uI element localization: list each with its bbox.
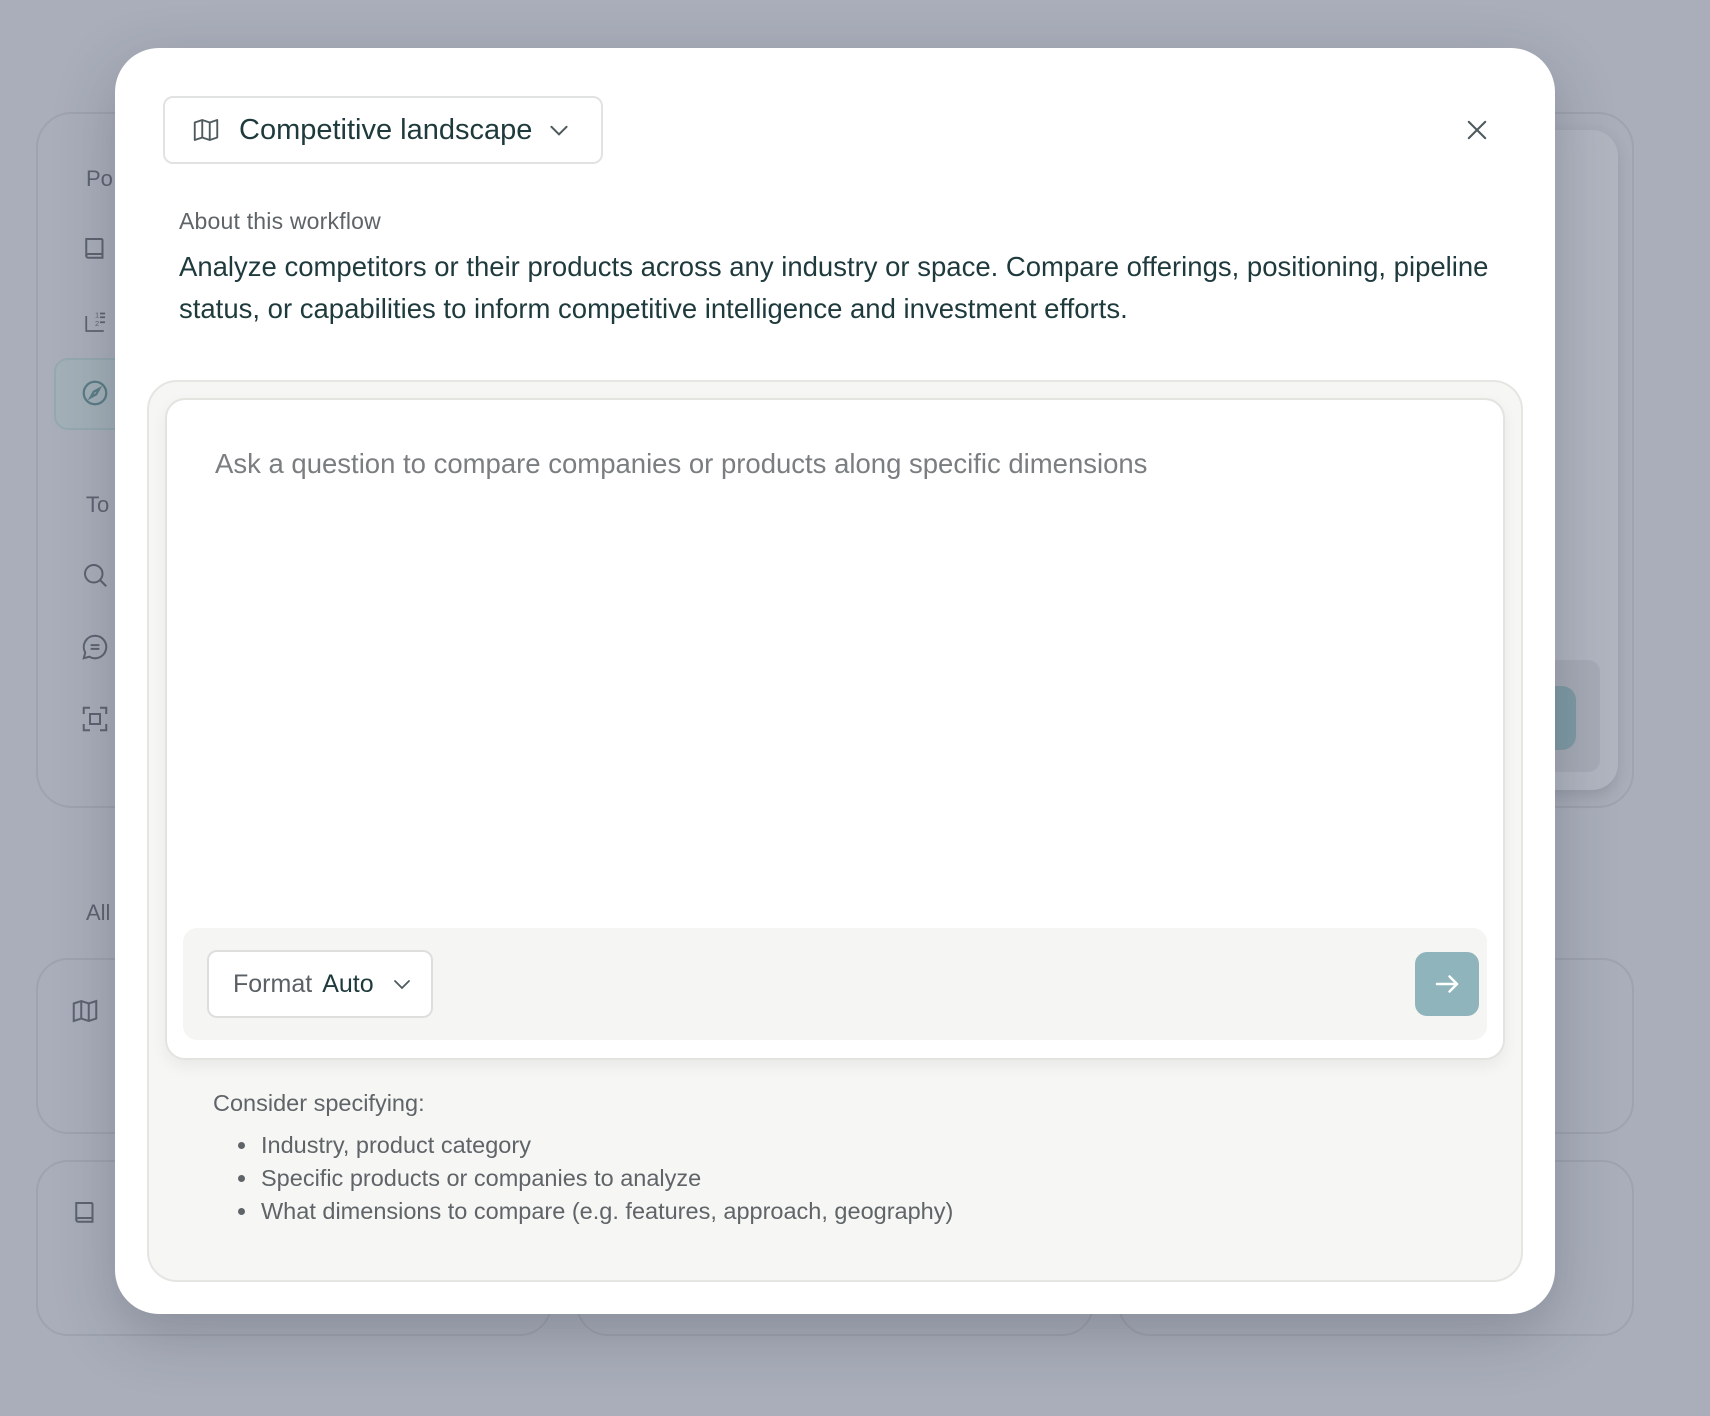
composer-toolbar: Format Auto	[183, 928, 1487, 1040]
book-icon	[70, 1198, 100, 1228]
workflow-select[interactable]: Competitive landscape	[163, 96, 603, 164]
tips-section: Consider specifying: Industry, product c…	[213, 1090, 1413, 1228]
prompt-input[interactable]	[215, 448, 1455, 868]
numbered-list-icon: 12	[80, 306, 110, 336]
book-icon	[80, 234, 110, 264]
svg-text:1: 1	[95, 310, 99, 319]
map-icon	[70, 996, 100, 1026]
send-button[interactable]	[1415, 952, 1479, 1016]
tips-title: Consider specifying:	[213, 1090, 425, 1116]
compass-icon	[80, 378, 110, 408]
tip-item: What dimensions to compare (e.g. feature…	[259, 1195, 1413, 1228]
arrow-right-icon	[1432, 969, 1462, 999]
tip-item: Specific products or companies to analyz…	[259, 1162, 1413, 1195]
tip-item: Industry, product category	[259, 1129, 1413, 1162]
tips-list: Industry, product category Specific prod…	[213, 1129, 1413, 1228]
scan-icon	[80, 704, 110, 734]
chevron-down-icon	[546, 117, 572, 143]
format-select[interactable]: Format Auto	[207, 950, 433, 1018]
close-icon	[1463, 116, 1491, 144]
background-section-label: To	[86, 492, 110, 517]
format-value: Auto	[322, 969, 374, 998]
chevron-down-icon	[390, 972, 414, 996]
chat-icon	[80, 632, 110, 662]
composer: Format Auto	[165, 398, 1505, 1060]
workflow-modal: Competitive landscape About this workflo…	[115, 48, 1555, 1314]
about-heading: About this workflow	[179, 208, 381, 234]
composer-container: Format Auto Consider specifying: Industr…	[147, 380, 1523, 1282]
search-icon	[80, 560, 110, 590]
format-label: Format	[233, 969, 313, 998]
map-icon	[191, 115, 221, 145]
background-section-label: All	[86, 900, 111, 925]
about-description: Analyze competitors or their products ac…	[179, 251, 1489, 324]
background-section-label: Po	[86, 166, 113, 191]
svg-text:2: 2	[95, 319, 99, 328]
workflow-select-label: Competitive landscape	[239, 113, 533, 146]
close-button[interactable]	[1457, 110, 1497, 150]
